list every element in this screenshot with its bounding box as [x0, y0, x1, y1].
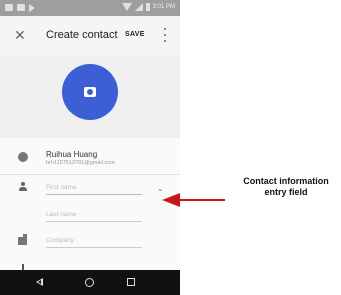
- status-bar: 3:01 PM: [0, 0, 180, 16]
- divider: [0, 174, 180, 175]
- page-title: Create contact: [46, 29, 118, 41]
- more-vert-icon[interactable]: [164, 28, 167, 42]
- company-icon: [18, 234, 27, 245]
- company-field[interactable]: Company: [46, 237, 142, 248]
- save-button[interactable]: SAVE: [125, 31, 145, 38]
- add-photo-button[interactable]: [62, 64, 118, 120]
- back-icon[interactable]: [36, 278, 43, 286]
- contact-form: Ruihua Huang hrh1157513791@gmail.com Fir…: [0, 138, 180, 270]
- camera-icon: [84, 87, 96, 97]
- account-email: hrh1157513791@gmail.com: [46, 160, 115, 166]
- signal-icon: [134, 3, 143, 11]
- account-icon: [18, 152, 28, 162]
- annotation-label: Contact information entry field: [243, 176, 329, 197]
- notification-icon: [5, 4, 13, 11]
- recents-icon[interactable]: [127, 278, 135, 286]
- close-icon[interactable]: ✕: [14, 28, 26, 42]
- image-icon: [17, 4, 25, 11]
- account-name: Ruihua Huang: [46, 150, 98, 159]
- status-time: 3:01 PM: [152, 4, 175, 10]
- navigation-bar: [0, 270, 180, 295]
- battery-icon: [145, 3, 150, 11]
- wifi-icon: [121, 3, 132, 11]
- app-bar: ✕ Create contact SAVE: [0, 16, 180, 56]
- phone-screen: 3:01 PM ✕ Create contact SAVE Ruihua Hua…: [0, 0, 180, 295]
- last-name-field[interactable]: Last name: [46, 211, 142, 222]
- annotation-arrow-head: [162, 193, 180, 207]
- play-icon: [29, 4, 35, 12]
- home-icon[interactable]: [85, 278, 94, 287]
- first-name-field[interactable]: First name: [46, 184, 142, 195]
- contact-photo-area: [0, 56, 180, 138]
- person-icon: [19, 182, 27, 192]
- chevron-down-icon[interactable]: ⌄: [157, 184, 164, 193]
- annotation-arrow-line: [180, 199, 225, 201]
